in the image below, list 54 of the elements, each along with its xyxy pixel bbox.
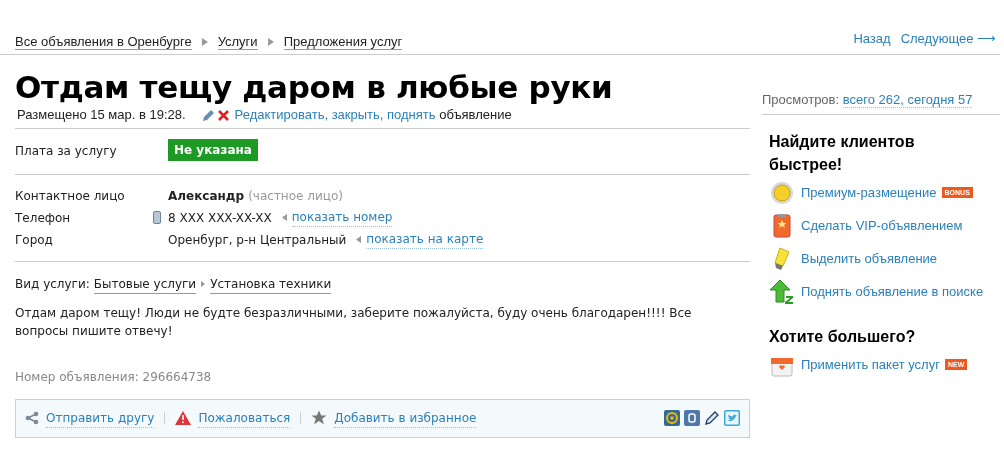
share-icon — [25, 411, 39, 425]
coin-icon — [770, 180, 794, 205]
contact-note: (частное лицо) — [248, 187, 343, 205]
sidebar-heading: Хотите большего? — [769, 326, 917, 347]
promo-link[interactable]: Сделать VIP-объявлением — [801, 215, 963, 236]
caret-icon — [356, 236, 362, 243]
highlighter-icon — [772, 245, 792, 272]
star-icon — [311, 410, 328, 426]
breadcrumb-link[interactable]: Услуги — [217, 33, 258, 50]
breadcrumb-link[interactable]: Все объявления в Оренбурге — [15, 33, 192, 50]
price-badge: Не указана — [168, 138, 258, 161]
breadcrumb-link[interactable]: Предложения услуг — [283, 33, 403, 50]
social-icon[interactable] — [684, 410, 700, 426]
field-label: Телефон — [15, 209, 72, 227]
up-arrow-icon — [769, 278, 795, 305]
promo-link[interactable]: Выделить объявление — [801, 248, 938, 269]
promo-link[interactable]: Поднять объявление в поиске — [801, 281, 984, 302]
caret-icon — [201, 281, 206, 287]
ad-title: Отдам тещу даром в любые руки — [15, 68, 614, 105]
posted-date: Размещено 15 мар. в 19:28. — [17, 106, 186, 125]
field-label: Город — [15, 231, 54, 249]
category-link[interactable]: Бытовые услуги — [93, 274, 197, 294]
pencil-icon[interactable] — [704, 410, 720, 426]
ad-description: Отдам даром тещу! Люди не будте безразличными, заберите пожалуйста, буду очень благодарен!!!! Все вопросы пишите отвечу! — [15, 304, 693, 340]
favorite-link[interactable]: Добавить в избранное — [334, 408, 477, 428]
field-label: Контактное лицо — [15, 187, 126, 205]
report-link[interactable]: Пожаловаться — [198, 408, 291, 428]
warning-icon — [175, 411, 192, 425]
show-map-link[interactable]: показать на карте — [366, 230, 484, 249]
phone-number: 8 XXX XXX-XX-XX — [168, 209, 272, 227]
field-label: Плата за услугу — [15, 143, 118, 160]
views-text: Просмотров: всего 262, сегодня 57 — [762, 91, 973, 110]
pencil-icon — [201, 108, 215, 122]
phone-icon — [153, 211, 161, 224]
caret-icon — [281, 214, 287, 221]
next-link[interactable]: Следующее ⟶ — [900, 29, 996, 49]
edit-actions-link[interactable]: Редактировать, закрыть, поднять — [234, 107, 436, 123]
city-text: Оренбург, р-н Центральный — [168, 231, 347, 249]
chevron-icon — [267, 37, 274, 46]
show-number-link[interactable]: показать номер — [291, 208, 393, 227]
back-link[interactable]: Назад — [853, 29, 891, 49]
views-link[interactable]: всего 262, сегодня 57 — [842, 92, 973, 108]
chevron-icon — [201, 37, 208, 46]
badge-card-icon — [773, 213, 791, 238]
promo-link[interactable]: Применить пакет услуг — [801, 354, 940, 375]
edit-actions-text: Редактировать, закрыть, поднять объявление — [234, 106, 512, 125]
category-link[interactable]: Установка техники — [210, 274, 332, 294]
close-icon — [217, 109, 229, 121]
contact-name: Александр — [168, 187, 245, 205]
promo-link[interactable]: Премиум-размещение — [801, 182, 937, 203]
ad-number: Номер объявления: 296664738 — [15, 368, 213, 386]
category-label: Вид услуги: — [15, 276, 90, 293]
share-link[interactable]: Отправить другу — [46, 408, 155, 428]
sidebar-heading: Найдите клиентов быстрее! — [769, 131, 916, 175]
